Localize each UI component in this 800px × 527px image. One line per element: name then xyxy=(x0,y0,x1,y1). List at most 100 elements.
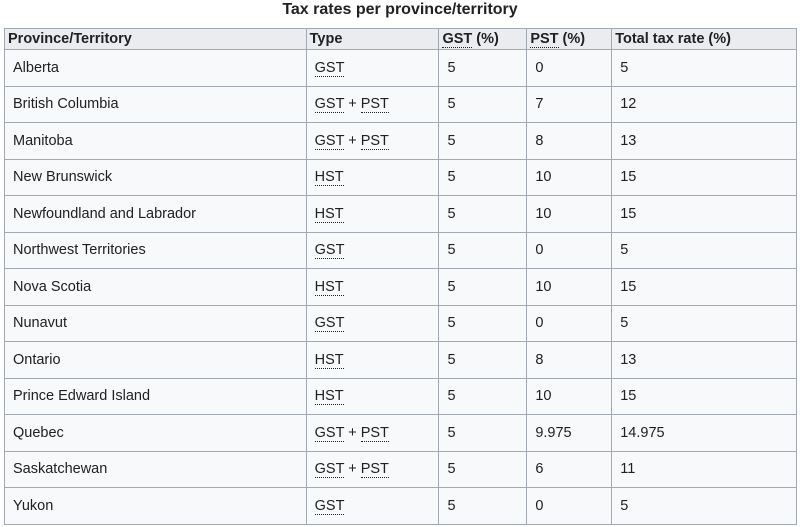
type-cell: GST xyxy=(305,304,440,342)
province-cell: British Columbia xyxy=(4,85,307,123)
tax-type-abbr[interactable]: PST xyxy=(360,96,389,114)
gst-cell: 5 xyxy=(438,450,528,488)
province-cell: Prince Edward Island xyxy=(4,377,307,415)
type-cell: HST xyxy=(305,341,440,379)
gst-cell: 5 xyxy=(438,414,528,452)
table-row: Nova Scotia HST 5 10 15 xyxy=(4,268,797,306)
pst-cell: 10 xyxy=(526,158,613,196)
pst-cell: 7 xyxy=(526,85,613,123)
type-cell: GST + PST xyxy=(305,414,440,452)
gst-cell: 5 xyxy=(438,231,528,269)
gst-cell: 5 xyxy=(438,377,528,415)
type-cell: GST xyxy=(305,49,440,87)
tax-type-abbr[interactable]: GST xyxy=(314,424,345,442)
type-cell: HST xyxy=(305,158,440,196)
pst-cell: 10 xyxy=(526,377,613,415)
total-cell: 5 xyxy=(611,49,797,87)
pst-cell: 8 xyxy=(526,341,613,379)
pst-cell: 0 xyxy=(526,487,613,525)
type-cell: HST xyxy=(305,268,440,306)
type-cell: HST xyxy=(305,377,440,415)
tax-type-abbr[interactable]: GST xyxy=(314,132,345,150)
table-caption: Tax rates per province/territory xyxy=(282,1,518,18)
tax-type-abbr[interactable]: PST xyxy=(360,424,389,442)
tax-type-abbr[interactable]: HST xyxy=(314,205,344,223)
table-row: British Columbia GST + PST 5 7 12 xyxy=(4,85,797,123)
tax-type-abbr[interactable]: GST xyxy=(314,59,345,77)
type-cell: GST xyxy=(305,231,440,269)
tax-type-abbr[interactable]: PST xyxy=(360,132,389,150)
province-cell: Ontario xyxy=(4,341,307,379)
gst-cell: 5 xyxy=(438,85,528,123)
tax-type-abbr[interactable]: GST xyxy=(314,315,345,333)
type-cell: GST + PST xyxy=(305,122,440,160)
type-cell: GST + PST xyxy=(305,85,440,123)
total-cell: 14.975 xyxy=(611,414,797,452)
province-cell: Nunavut xyxy=(4,304,307,342)
table-body: Alberta GST 5 0 5 British Columbia GST + PST 5 7… xyxy=(4,49,797,525)
total-cell: 15 xyxy=(611,195,797,233)
header-gst: GST (%) xyxy=(438,28,528,50)
gst-cell: 5 xyxy=(438,49,528,87)
type-cell: GST + PST xyxy=(305,450,440,488)
pst-cell: 0 xyxy=(526,304,613,342)
type-cell: HST xyxy=(305,195,440,233)
total-cell: 5 xyxy=(611,487,797,525)
gst-cell: 5 xyxy=(438,158,528,196)
table-row: Northwest Territories GST 5 0 5 xyxy=(4,231,797,269)
type-separator: + xyxy=(344,96,361,113)
table-row: Yukon GST 5 0 5 xyxy=(4,487,797,525)
tax-type-abbr[interactable]: GST xyxy=(314,497,345,515)
tax-type-abbr[interactable]: GST xyxy=(314,461,345,479)
tax-type-abbr[interactable]: HST xyxy=(314,351,344,369)
province-cell: Yukon xyxy=(4,487,307,525)
gst-cell: 5 xyxy=(438,268,528,306)
table-row: Quebec GST + PST 5 9.975 14.975 xyxy=(4,414,797,452)
tax-type-abbr[interactable]: PST xyxy=(360,461,389,479)
header-type: Type xyxy=(305,28,440,50)
table-row: Ontario HST 5 8 13 xyxy=(4,341,797,379)
header-pst-suffix: (%) xyxy=(558,31,586,47)
province-cell: Alberta xyxy=(4,49,307,87)
pst-cell: 10 xyxy=(526,268,613,306)
header-gst-suffix: (%) xyxy=(472,31,499,47)
total-cell: 13 xyxy=(611,341,797,379)
total-cell: 12 xyxy=(611,85,797,123)
province-cell: Quebec xyxy=(4,414,307,452)
gst-cell: 5 xyxy=(438,487,528,525)
gst-cell: 5 xyxy=(438,341,528,379)
pst-cell: 10 xyxy=(526,195,613,233)
province-cell: Nova Scotia xyxy=(4,268,307,306)
tax-rates-table: Province/Territory Type GST (%) PST (%) … xyxy=(4,28,797,525)
table-row: Newfoundland and Labrador HST 5 10 15 xyxy=(4,195,797,233)
type-separator: + xyxy=(344,132,361,149)
header-row: Province/Territory Type GST (%) PST (%) … xyxy=(4,28,797,50)
tax-type-abbr[interactable]: GST xyxy=(314,242,345,260)
total-cell: 5 xyxy=(611,304,797,342)
header-province: Province/Territory xyxy=(4,28,307,50)
type-separator: + xyxy=(344,461,361,478)
total-cell: 15 xyxy=(611,158,797,196)
total-cell: 15 xyxy=(611,268,797,306)
total-cell: 13 xyxy=(611,122,797,160)
tax-type-abbr[interactable]: HST xyxy=(314,278,344,296)
pst-abbr[interactable]: PST xyxy=(530,31,559,48)
type-separator: + xyxy=(344,424,361,441)
table-row: Nunavut GST 5 0 5 xyxy=(4,304,797,342)
tax-type-abbr[interactable]: HST xyxy=(314,169,344,187)
total-cell: 5 xyxy=(611,231,797,269)
table-row: Saskatchewan GST + PST 5 6 11 xyxy=(4,450,797,488)
type-cell: GST xyxy=(305,487,440,525)
total-cell: 11 xyxy=(611,450,797,488)
tax-type-abbr[interactable]: GST xyxy=(314,96,345,114)
gst-cell: 5 xyxy=(438,195,528,233)
table-row: Manitoba GST + PST 5 8 13 xyxy=(4,122,797,160)
tax-type-abbr[interactable]: HST xyxy=(314,388,344,406)
province-cell: Manitoba xyxy=(4,122,307,160)
gst-cell: 5 xyxy=(438,304,528,342)
province-cell: Northwest Territories xyxy=(4,231,307,269)
pst-cell: 6 xyxy=(526,450,613,488)
header-pst: PST (%) xyxy=(526,28,613,50)
province-cell: Newfoundland and Labrador xyxy=(4,195,307,233)
gst-abbr[interactable]: GST xyxy=(442,31,473,48)
